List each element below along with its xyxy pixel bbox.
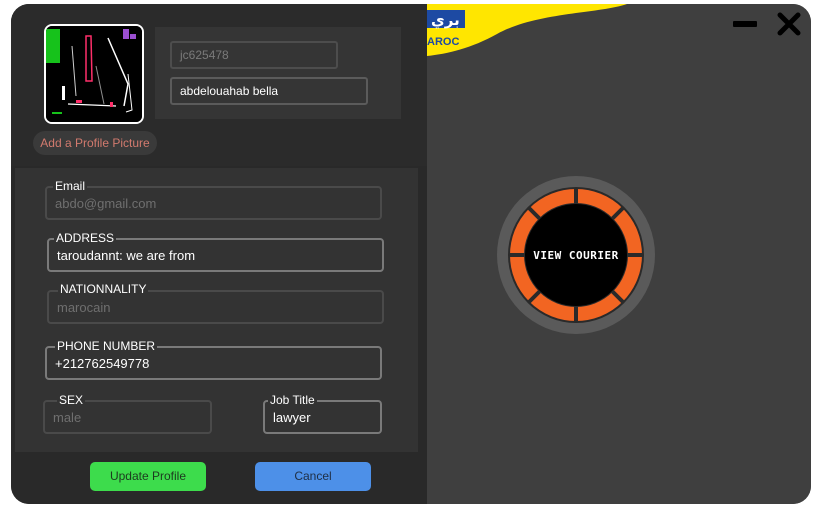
view-courier-label: VIEW COURIER [533,248,619,262]
profile-window: Add a Profile Picture jc625478 abdelouah… [11,4,811,504]
job-title-label: Job Title [268,393,317,407]
logo-latin-text: AROC [427,36,459,48]
close-icon[interactable] [777,12,801,36]
brand-logo: بري AROC [427,4,627,56]
minimize-icon[interactable] [733,21,757,27]
address-value: taroudannt: we are from [57,247,196,263]
phone-value: +212762549778 [55,355,150,371]
phone-label: PHONE NUMBER [55,339,158,353]
update-profile-button[interactable]: Update Profile [90,462,206,491]
identity-panel: jc625478 abdelouahab bella [155,27,401,119]
nationality-value: marocain [57,299,111,315]
profile-form-pane: Add a Profile Picture jc625478 abdelouah… [11,4,427,504]
avatar-image [46,26,142,122]
logo-arabic-text: بري [431,11,460,30]
profile-avatar[interactable] [44,24,144,124]
email-label: Email [53,179,88,193]
sex-label: SEX [57,393,86,407]
nationality-label: NATIONNALITY [58,282,149,296]
view-courier-button[interactable]: VIEW COURIER [496,175,656,335]
id-field[interactable]: jc625478 [170,41,338,69]
details-form: abdo@gmail.com Email taroudannt: we are … [15,168,418,452]
sex-value: male [53,409,82,425]
address-label: ADDRESS [54,231,117,245]
name-field[interactable]: abdelouahab bella [170,77,368,105]
profile-header: Add a Profile Picture jc625478 abdelouah… [11,4,427,166]
courier-pane: بري AROC VIEW COURIER [427,4,811,504]
cancel-button[interactable]: Cancel [255,462,371,491]
add-profile-picture-button[interactable]: Add a Profile Picture [33,131,157,155]
email-field[interactable]: abdo@gmail.com [45,186,382,220]
email-value: abdo@gmail.com [55,195,157,211]
job-title-value: lawyer [273,409,311,425]
